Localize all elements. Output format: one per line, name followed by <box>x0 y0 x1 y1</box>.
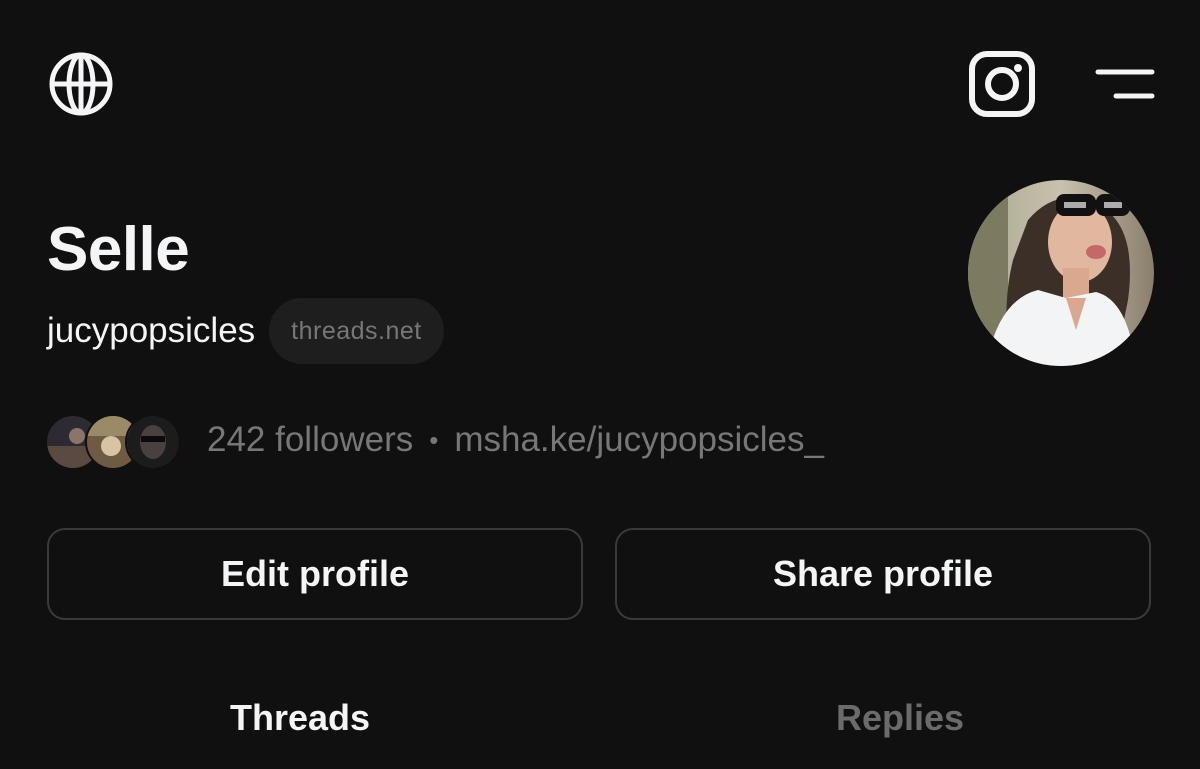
edit-profile-button[interactable]: Edit profile <box>47 528 583 620</box>
profile-link[interactable]: msha.ke/jucypopsicles_ <box>454 420 824 460</box>
menu-icon[interactable] <box>1092 62 1158 106</box>
separator-dot: • <box>429 424 439 455</box>
followers-row: 242 followers • msha.ke/jucypopsicles_ <box>45 410 824 470</box>
profile-name: Selle <box>47 215 190 284</box>
tab-threads[interactable]: Threads <box>0 688 600 748</box>
followers-count[interactable]: 242 followers <box>207 420 413 460</box>
avatar[interactable] <box>968 180 1154 366</box>
share-profile-button[interactable]: Share profile <box>615 528 1151 620</box>
profile-handle: jucypopsicles <box>47 311 256 350</box>
instagram-icon[interactable] <box>968 50 1036 118</box>
domain-badge[interactable]: threads.net <box>269 298 444 364</box>
globe-icon[interactable] <box>47 50 115 118</box>
follower-avatars[interactable] <box>45 412 185 470</box>
handle-row: jucypopsicles threads.net <box>47 298 444 364</box>
tab-replies[interactable]: Replies <box>600 688 1200 748</box>
follower-avatar <box>125 414 181 470</box>
